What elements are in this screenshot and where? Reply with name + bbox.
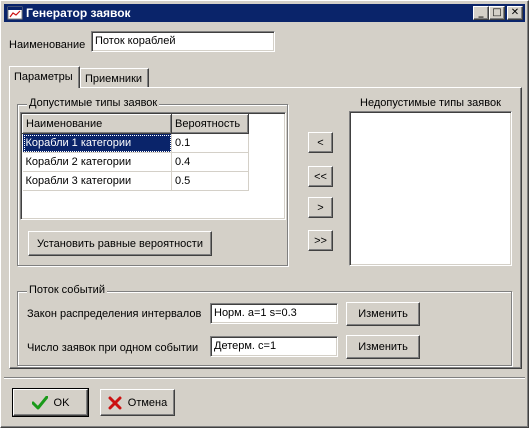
allowed-types-title: Допустимые типы заявок [27,97,160,109]
tab-parameters[interactable]: Параметры [9,66,80,88]
ok-button-label: OK [53,396,70,409]
move-left-button[interactable]: < [308,132,333,153]
name-input[interactable]: Поток кораблей [91,31,275,52]
dialog-window: Генератор заявок _ □ ✕ Наименование Пото… [0,0,529,428]
move-right-button[interactable]: > [308,197,333,218]
x-mark-icon [108,396,122,409]
move-all-left-button[interactable]: << [308,166,333,187]
window-title: Генератор заявок [26,6,131,20]
cancel-button-label: Отмена [127,396,168,409]
row-name-cell[interactable]: Корабли 2 категории [22,152,172,172]
tab-receivers[interactable]: Приемники [80,68,149,88]
move-all-right-button[interactable]: >> [308,230,333,251]
change-interval-law-button[interactable]: Изменить [346,302,420,326]
set-equal-probabilities-button[interactable]: Установить равные вероятности [28,231,212,256]
close-button[interactable]: ✕ [507,6,523,20]
footer-divider [4,377,525,379]
row-probability-cell[interactable]: 0.1 [171,133,249,153]
cancel-button[interactable]: Отмена [100,389,175,416]
count-per-event-field[interactable]: Детерм. c=1 [210,336,338,357]
row-name-cell[interactable]: Корабли 3 категории [22,171,172,191]
row-name-cell[interactable]: Корабли 1 категории [22,133,172,153]
event-flow-title: Поток событий [27,284,107,296]
column-header-probability[interactable]: Вероятность [171,114,249,134]
column-header-name[interactable]: Наименование [22,114,172,134]
maximize-button[interactable]: □ [489,6,505,20]
disallowed-types-list[interactable] [349,111,512,266]
name-label: Наименование [9,39,86,51]
table-row[interactable]: Корабли 3 категории 0.5 [22,171,249,191]
row-probability-cell[interactable]: 0.5 [171,171,249,191]
minimize-button[interactable]: _ [473,6,489,20]
change-count-per-event-button[interactable]: Изменить [346,335,420,359]
allowed-types-grid[interactable]: Наименование Вероятность Корабли 1 катег… [20,112,286,220]
app-window-icon [7,6,23,20]
ok-button[interactable]: OK [12,388,89,417]
interval-law-label: Закон распределения интервалов [27,308,202,320]
table-row[interactable]: Корабли 1 категории 0.1 [22,133,249,153]
interval-law-field[interactable]: Норм. a=1 s=0.3 [210,303,338,324]
disallowed-types-title: Недопустимые типы заявок [360,97,501,109]
count-per-event-label: Число заявок при одном событии [27,342,199,354]
checkmark-icon [31,395,48,409]
row-probability-cell[interactable]: 0.4 [171,152,249,172]
title-bar[interactable]: Генератор заявок _ □ ✕ [4,4,525,22]
table-row[interactable]: Корабли 2 категории 0.4 [22,152,249,172]
